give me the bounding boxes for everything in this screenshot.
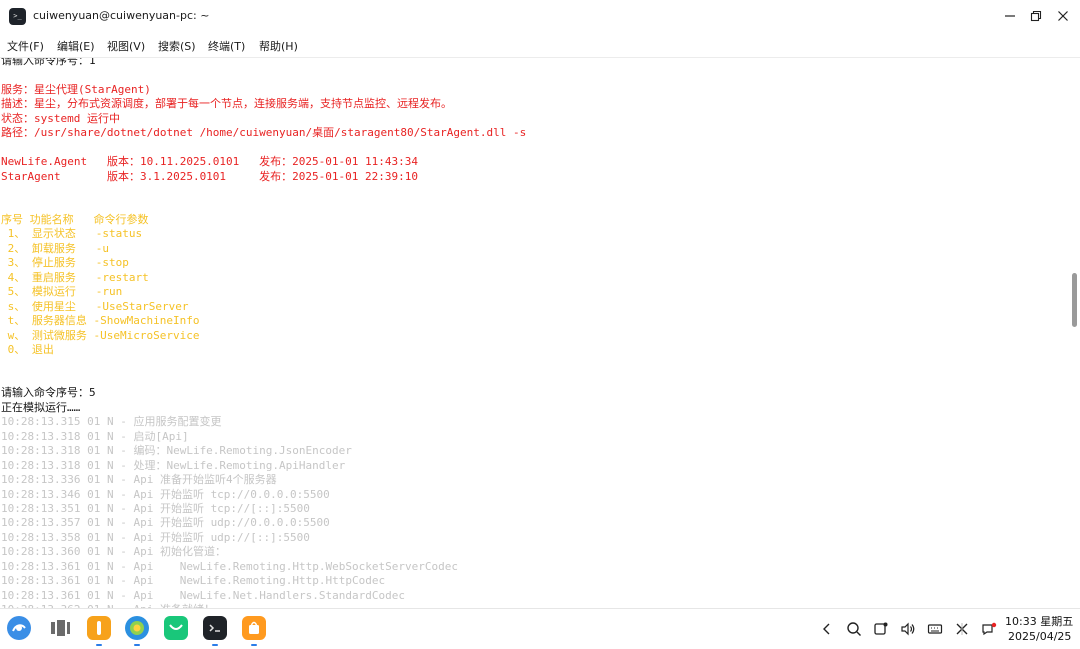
notice-badge-icon[interactable] — [981, 621, 997, 637]
volume-icon[interactable] — [900, 621, 916, 637]
chevron-left-icon[interactable] — [819, 621, 835, 637]
clock-date[interactable]: 2025/04/25 — [1008, 630, 1071, 643]
launcher-icon[interactable] — [7, 616, 31, 640]
terminal-line: 请输入命令序号：1 — [1, 58, 96, 67]
keyboard-icon[interactable] — [927, 621, 943, 637]
terminal-line: 3、 停止服务 -stop — [1, 256, 129, 270]
notification-icon[interactable] — [873, 621, 889, 637]
app-store-active-indicator — [251, 644, 257, 646]
terminal-line: 10:28:13.361 01 N - Api NewLife.Net.Hand… — [1, 588, 405, 602]
terminal-line: 10:28:13.318 01 N - 处理：NewLife.Remoting.… — [1, 458, 346, 472]
network-icon[interactable] — [954, 621, 970, 637]
close-icon — [1058, 11, 1068, 21]
multitask-view-icon[interactable] — [48, 616, 72, 640]
file-manager-active-indicator — [96, 644, 102, 646]
terminal-line: 0、 退出 — [1, 343, 54, 356]
terminal-line: s、 使用星尘 -UseStarServer — [1, 299, 189, 313]
terminal-line: 2、 卸载服务 -u — [1, 241, 109, 255]
scrollbar-thumb[interactable] — [1072, 273, 1077, 327]
terminal-line: 5、 模拟运行 -run — [1, 285, 123, 299]
terminal-line: 路径：/usr/share/dotnet/dotnet /home/cuiwen… — [1, 126, 527, 140]
terminal-line: 10:28:13.361 01 N - Api NewLife.Remoting… — [1, 559, 458, 573]
terminal-line: 10:28:13.346 01 N - Api 开始监听 tcp://0.0.0… — [1, 487, 330, 501]
terminal-line: 10:28:13.315 01 N - 应用服务配置变更 — [1, 415, 222, 429]
terminal-active-indicator — [212, 644, 218, 646]
restore-icon — [1030, 10, 1042, 22]
terminal-line: 10:28:13.318 01 N - 启动[Api] — [1, 429, 189, 443]
terminal-line: 序号 功能名称 命令行参数 — [1, 212, 149, 226]
browser-active-indicator — [134, 644, 140, 646]
search-icon[interactable] — [846, 621, 862, 637]
terminal-line: 状态：systemd 运行中 — [1, 111, 120, 125]
terminal-line: 1、 显示状态 -status — [1, 227, 143, 241]
clock-time[interactable]: 10:33 星期五 — [1005, 613, 1073, 629]
terminal-line: 4、 重启服务 -restart — [1, 270, 149, 284]
terminal-line: t、 服务器信息 -ShowMachineInfo — [1, 314, 200, 328]
terminal-output[interactable]: 请输入命令序号：1 服务：星尘代理(StarAgent) 描述：星尘，分布式资源调度… — [0, 58, 1066, 608]
terminal-line: 10:28:13.351 01 N - Api 开始监听 tcp://[::]:… — [1, 501, 310, 515]
menu-help[interactable]: 帮助(H) — [259, 38, 298, 54]
minimize-icon — [1005, 15, 1015, 17]
close-button[interactable] — [1050, 4, 1076, 28]
browser-icon[interactable] — [125, 616, 149, 640]
terminal-line: 10:28:13.357 01 N - Api 开始监听 udp://0.0.0… — [1, 516, 330, 530]
window-title: cuiwenyuan@cuiwenyuan-pc: ~ — [33, 9, 210, 22]
terminal-icon[interactable] — [203, 616, 227, 640]
terminal-app-icon: >_ — [9, 8, 26, 25]
menu-bar: 文件(F) 编辑(E) 视图(V) 搜索(S) 终端(T) 帮助(H) — [0, 33, 1080, 58]
terminal-line: 请输入命令序号：5 — [1, 386, 96, 400]
title-bar: >_ cuiwenyuan@cuiwenyuan-pc: ~ — [0, 0, 1080, 32]
terminal-line: 正在模拟运行…… — [1, 400, 81, 414]
taskbar: 10:33 星期五 2025/04/25 — [0, 608, 1080, 649]
terminal-line: NewLife.Agent 版本：10.11.2025.0101 发布：2025… — [1, 155, 418, 169]
terminal-line: 描述：星尘，分布式资源调度，部署于每一个节点，连接服务端，支持节点监控、远程发布… — [1, 97, 452, 111]
terminal-line: 10:28:13.361 01 N - Api NewLife.Remoting… — [1, 574, 386, 588]
menu-edit[interactable]: 编辑(E) — [57, 38, 95, 54]
menu-search[interactable]: 搜索(S) — [158, 38, 196, 54]
scrollbar[interactable] — [1068, 58, 1080, 608]
terminal-line: 10:28:13.360 01 N - Api 初始化管道： — [1, 545, 226, 559]
terminal-line: 10:28:13.336 01 N - Api 准备开始监听4个服务器 — [1, 473, 277, 486]
file-manager-icon[interactable] — [87, 616, 111, 640]
terminal-line: StarAgent 版本：3.1.2025.0101 发布：2025-01-01… — [1, 169, 418, 183]
minimize-button[interactable] — [997, 4, 1023, 28]
terminal-line: 10:28:13.318 01 N - 编码：NewLife.Remoting.… — [1, 444, 352, 458]
restore-button[interactable] — [1023, 4, 1049, 28]
menu-terminal[interactable]: 终端(T) — [208, 38, 245, 54]
chat-app-icon[interactable] — [164, 616, 188, 640]
menu-file[interactable]: 文件(F) — [7, 38, 44, 54]
terminal-line: 服务：星尘代理(StarAgent) — [1, 82, 151, 96]
menu-view[interactable]: 视图(V) — [107, 38, 145, 54]
app-store-icon[interactable] — [242, 616, 266, 640]
terminal-line: w、 测试微服务 -UseMicroService — [1, 328, 200, 342]
terminal-line: 10:28:13.358 01 N - Api 开始监听 udp://[::]:… — [1, 530, 310, 544]
